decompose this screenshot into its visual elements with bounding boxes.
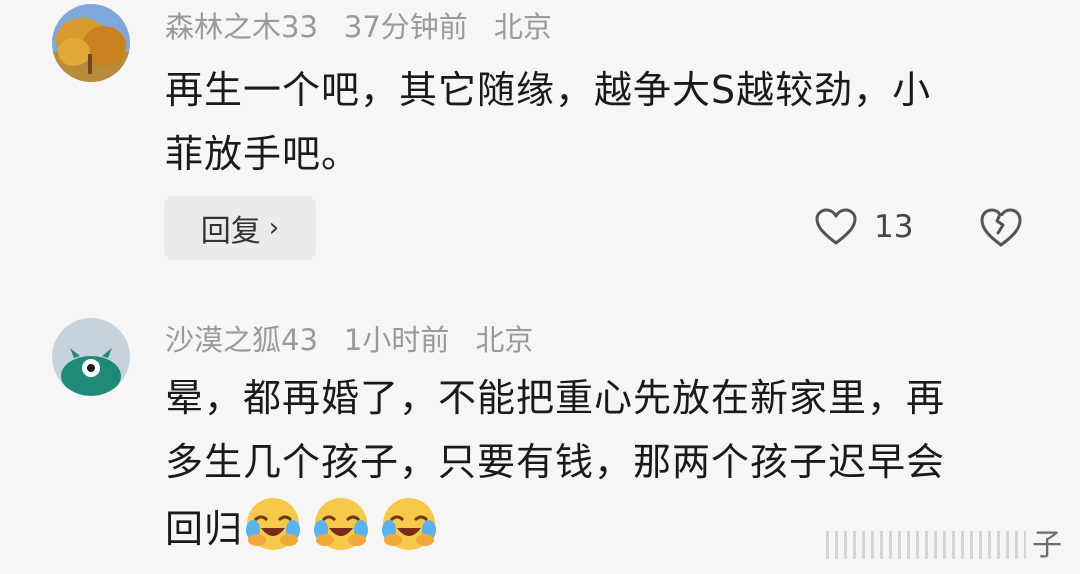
watermark-graphic (826, 531, 1026, 559)
broken-heart-icon (980, 208, 1022, 247)
laughing-crying-emoji-icon (314, 498, 369, 550)
location: 北京 (475, 323, 534, 357)
reply-label: 回复 (200, 214, 261, 249)
username[interactable]: 森林之木33 (165, 10, 318, 44)
dislike-button[interactable] (978, 205, 1024, 249)
timestamp: 37分钟前 (343, 10, 468, 44)
laughing-crying-emoji-icon (382, 498, 437, 550)
autumn-tree-avatar-icon (52, 4, 130, 82)
watermark-text: 子 (1032, 528, 1062, 563)
comment-line: 多生几个孩子，只要有钱，那两个孩子迟早会 (165, 440, 946, 484)
user-avatar[interactable] (52, 4, 130, 82)
username[interactable]: 沙漠之狐43 (165, 323, 318, 357)
laughing-crying-emoji-icon (246, 498, 301, 550)
green-monster-avatar-icon (52, 318, 130, 396)
heart-icon (815, 208, 857, 245)
like-count: 13 (874, 209, 914, 245)
chevron-right-icon: › (268, 213, 280, 243)
reply-button[interactable]: 回复 › (164, 196, 316, 260)
comment-text: 再生一个吧，其它随缘，越争大S越较劲，小 菲放手吧。 (165, 58, 1025, 186)
comment-meta: 森林之木33 37分钟前 北京 (165, 7, 578, 47)
timestamp: 1小时前 (343, 323, 450, 357)
comment-line: 菲放手吧。 (165, 132, 361, 176)
comment-item: 森林之木33 37分钟前 北京 再生一个吧，其它随缘，越争大S越较劲，小 菲放手吧。… (0, 0, 1080, 300)
comment-list: 森林之木33 37分钟前 北京 再生一个吧，其它随缘，越争大S越较劲，小 菲放手吧。… (0, 0, 1080, 574)
comment-line: 晕，都再婚了，不能把重心先放在新家里，再 (165, 376, 946, 420)
location: 北京 (493, 10, 552, 44)
comment-line-text: 回归 (165, 507, 244, 551)
comment-line: 再生一个吧，其它随缘，越争大S越较劲，小 (165, 68, 932, 112)
comment-meta: 沙漠之狐43 1小时前 北京 (165, 320, 559, 360)
like-button[interactable]: 13 (814, 205, 913, 249)
user-avatar[interactable] (52, 318, 130, 396)
watermark: 子 (826, 520, 1062, 564)
